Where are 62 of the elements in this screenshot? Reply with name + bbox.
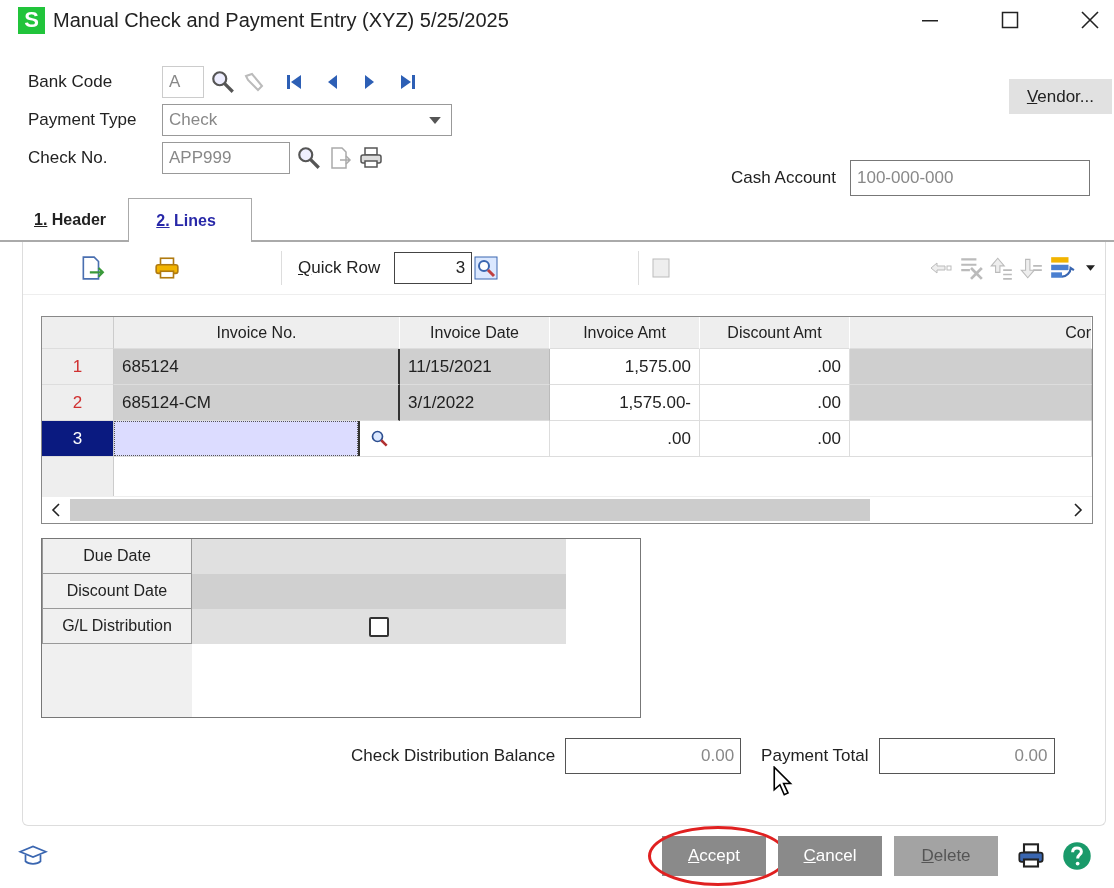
maximize-icon[interactable] xyxy=(1000,10,1020,30)
scroll-left-icon[interactable] xyxy=(51,503,61,517)
table-cell: .00 xyxy=(700,421,850,457)
tab[interactable]: 1. Header xyxy=(20,200,129,240)
corner-cell xyxy=(42,317,114,349)
invoice-number-input[interactable] xyxy=(114,421,358,456)
check-number-field[interactable]: APP999 xyxy=(162,142,290,174)
first-record-icon[interactable] xyxy=(284,72,304,92)
help-icon[interactable] xyxy=(1062,841,1092,871)
row-number-cell[interactable]: 2 xyxy=(42,385,114,421)
table-cell: .00 xyxy=(550,421,700,457)
window-title: Manual Check and Payment Entry (XYZ) 5/25/2025 xyxy=(53,8,509,32)
table-cell: 11/15/2021 xyxy=(400,349,550,385)
field-label: Bank Code xyxy=(28,72,114,92)
payment-total-field[interactable]: 0.00 xyxy=(878,738,1055,774)
bank-code-field[interactable]: A xyxy=(162,66,204,98)
column-header[interactable]: Invoice No. xyxy=(114,317,400,349)
field-label: Check No. xyxy=(28,148,109,168)
vendor-button[interactable]: Vendor... xyxy=(1008,79,1112,114)
field-label: Payment Type xyxy=(28,110,138,130)
last-record-icon[interactable] xyxy=(398,72,418,92)
button[interactable]: Cancel xyxy=(778,836,882,876)
search-icon[interactable] xyxy=(296,145,322,171)
check-distribution-balance-field[interactable]: 0.00 xyxy=(565,738,742,774)
printer-icon[interactable] xyxy=(358,146,384,170)
detail-label: Discount Date xyxy=(42,574,192,609)
row-header-column xyxy=(42,457,114,496)
table-cell: 1,575.00 xyxy=(550,349,700,385)
search-icon[interactable] xyxy=(474,256,499,280)
mouse-cursor-icon xyxy=(773,766,793,796)
column-header[interactable]: Discount Amt xyxy=(700,317,850,349)
table-cell: 3/1/2022 xyxy=(400,385,550,421)
columns-settings-icon[interactable] xyxy=(1048,255,1076,281)
row-number-cell[interactable]: 3 xyxy=(42,421,114,457)
field-label: Payment Total xyxy=(761,746,869,766)
printer-icon[interactable] xyxy=(1016,842,1046,870)
checkbox[interactable] xyxy=(369,616,389,637)
quick-row-label: Quick Row xyxy=(298,258,381,278)
field-label: Cash Account xyxy=(731,168,836,188)
horizontal-scrollbar[interactable] xyxy=(42,496,1092,523)
close-icon[interactable] xyxy=(1080,10,1100,30)
column-header[interactable]: Invoice Amt xyxy=(550,317,700,349)
field-label: Check Distribution Balance xyxy=(351,746,556,766)
app-logo-icon: S xyxy=(18,6,45,34)
cash-account-field[interactable]: 100-000-000 xyxy=(850,160,1090,196)
scroll-right-icon[interactable] xyxy=(1073,503,1083,517)
quick-row-field[interactable]: 3 xyxy=(394,252,473,284)
button[interactable]: Accept xyxy=(662,836,766,876)
caret-icon[interactable] xyxy=(1086,265,1095,271)
search-icon[interactable] xyxy=(210,69,236,95)
table-cell: 685124 xyxy=(114,349,400,385)
row-number-cell[interactable]: 1 xyxy=(42,349,114,385)
detail-label: G/L Distribution xyxy=(42,609,192,644)
column-header[interactable]: Invoice Date xyxy=(400,317,550,349)
payment-type-dropdown[interactable]: Check xyxy=(162,104,452,136)
search-icon[interactable] xyxy=(370,428,390,449)
detail-label: Due Date xyxy=(42,539,192,574)
caret-icon[interactable] xyxy=(429,116,441,124)
table-cell: 1,575.00- xyxy=(550,385,700,421)
tab[interactable]: 2. Lines xyxy=(128,198,253,242)
table-cell: 685124-CM xyxy=(114,385,400,421)
column-header[interactable]: Cor xyxy=(850,317,1092,349)
